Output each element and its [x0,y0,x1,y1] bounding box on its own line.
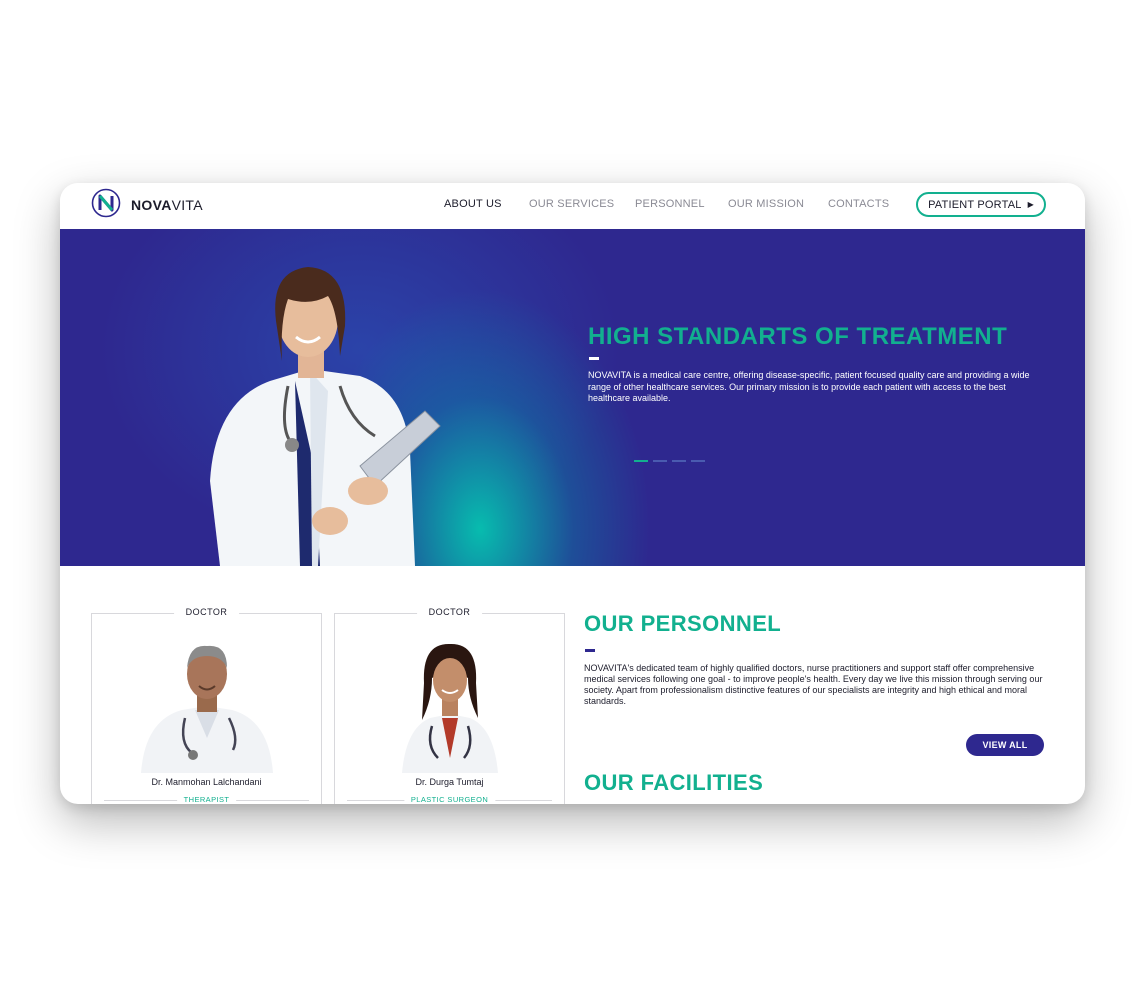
doctor-photo [140,645,273,773]
doctor-role: THERAPIST [176,795,237,804]
doctor-hero-image [210,267,441,566]
slider-dot-2[interactable] [653,460,667,462]
doctor-name: Dr. Manmohan Lalchandani [151,777,262,787]
brand-name-light: VITA [171,197,203,213]
play-arrow-icon: ▶ [1027,200,1034,209]
slider-dot-1[interactable] [634,460,648,462]
slider-dot-4[interactable] [691,460,705,462]
view-all-button[interactable]: VIEW ALL [966,734,1044,756]
doctor-card[interactable]: DOCTOR Dr. Manmohan Lalchandani THERAPIS… [91,607,322,804]
slider-dot-3[interactable] [672,460,686,462]
hero-description: NOVAVITA is a medical care centre, offer… [588,370,1030,403]
personnel-title-dash [585,649,595,652]
personnel-description: NOVAVITA's dedicated team of highly qual… [584,663,1043,706]
doctor-name: Dr. Durga Tumtaj [415,777,484,787]
hero-title-dash [589,357,599,360]
hero-banner: HIGH STANDARTS OF TREATMENT NOVAVITA is … [60,229,1085,566]
patient-portal-label: PATIENT PORTAL [928,198,1022,211]
nav-about-us[interactable]: ABOUT US [444,198,502,210]
personnel-title: OUR PERSONNEL [584,611,782,636]
nav-our-services[interactable]: OUR SERVICES [529,198,614,210]
doctor-role-row: PLASTIC SURGEON [347,795,552,804]
browser-window: NOVAVITA ABOUT US OUR SERVICES PERSONNEL… [60,183,1085,804]
brand-name-bold: NOVA [131,197,172,213]
nav-personnel[interactable]: PERSONNEL [635,198,705,210]
novavita-logo-icon[interactable] [91,188,121,218]
doctor-photo [401,643,498,773]
patient-portal-button[interactable]: PATIENT PORTAL ▶ [916,192,1046,217]
hero-title: HIGH STANDARTS OF TREATMENT [588,323,1008,350]
doctor-card-tag: DOCTOR [416,607,483,617]
slider-dots [634,460,705,462]
doctor-role: PLASTIC SURGEON [403,795,496,804]
facilities-title: OUR FACILITIES [584,770,764,795]
doctor-role-row: THERAPIST [104,795,309,804]
site-header: NOVAVITA ABOUT US OUR SERVICES PERSONNEL… [60,183,1085,229]
nav-our-mission[interactable]: OUR MISSION [728,198,804,210]
nav-contacts[interactable]: CONTACTS [828,198,889,210]
doctor-card[interactable]: DOCTOR Dr. Durga Tumtaj PLASTIC SURGEON [334,607,565,804]
doctor-card-tag: DOCTOR [173,607,240,617]
brand-name[interactable]: NOVAVITA [131,197,203,213]
